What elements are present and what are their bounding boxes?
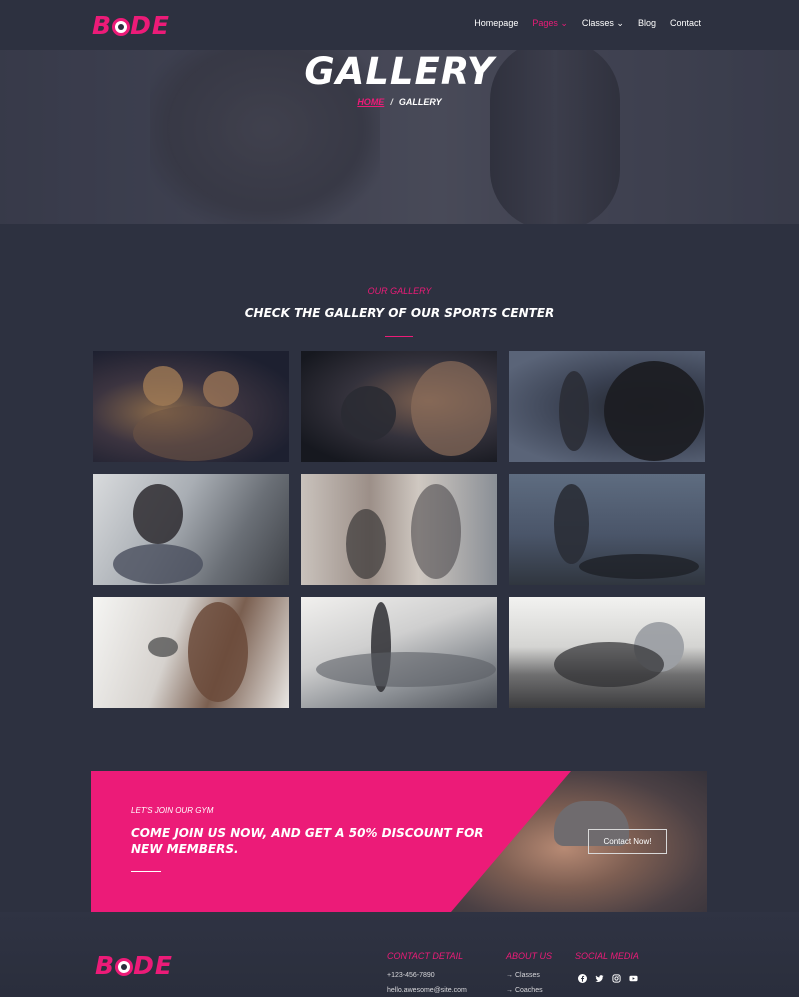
gallery-image-battle-ropes[interactable] — [509, 474, 705, 585]
breadcrumb: HOME / GALLERY — [0, 97, 799, 107]
logo-letter-b: B — [92, 11, 113, 40]
breadcrumb-current: GALLERY — [398, 97, 442, 107]
footer-link-classes-label: Classes — [514, 972, 540, 979]
banner-divider — [131, 871, 161, 872]
contact-now-button[interactable]: Contact Now! — [588, 829, 667, 854]
gallery-kicker: OUR GALLERY — [367, 286, 432, 296]
gallery-image-tire-flip[interactable] — [509, 351, 705, 462]
footer-link-coaches[interactable]: → Coaches — [506, 987, 543, 994]
page-title: GALLERY — [304, 50, 495, 93]
footer-link-coaches-label: Coaches — [514, 987, 543, 994]
footer-email[interactable]: hello.awesome@site.com — [387, 987, 467, 994]
footer-phone[interactable]: +123-456-7890 — [387, 972, 435, 979]
footer-logo-letters-de: DE — [133, 951, 173, 980]
arrow-right-icon: → — [506, 987, 515, 994]
gallery-image-woman-holding-dumbbell[interactable] — [93, 597, 289, 708]
instagram-icon[interactable] — [611, 973, 622, 984]
gallery-title-divider — [385, 336, 413, 337]
breadcrumb-home-link[interactable]: HOME — [357, 97, 384, 107]
nav-item-blog[interactable]: Blog — [638, 18, 656, 29]
top-nav: B DE Homepage Pages ⌄ Classes ⌄ Blog Cont… — [0, 0, 799, 50]
nav-item-pages[interactable]: Pages ⌄ — [532, 18, 568, 29]
twitter-icon[interactable] — [594, 973, 605, 984]
kettlebell-icon — [112, 18, 131, 36]
nav-item-contact[interactable]: Contact — [670, 18, 701, 29]
main-menu: Homepage Pages ⌄ Classes ⌄ Blog Contact — [474, 18, 701, 29]
gallery-image-woman-dumbbell-row[interactable] — [93, 474, 289, 585]
nav-item-classes[interactable]: Classes ⌄ — [582, 18, 624, 29]
gallery-image-stability-ball-exercise[interactable] — [509, 597, 705, 708]
footer-link-classes[interactable]: → Classes — [506, 972, 540, 979]
gallery-image-tattooed-arm-dumbbell[interactable] — [301, 351, 497, 462]
footer-about-heading: ABOUT US — [506, 951, 553, 961]
gallery-title: CHECK THE GALLERY OF OUR SPORTS CENTER — [244, 306, 555, 320]
gallery-image-women-machine-workout[interactable] — [301, 474, 497, 585]
nav-item-homepage[interactable]: Homepage — [474, 18, 518, 29]
footer-kettlebell-icon — [115, 958, 134, 976]
banner-title: COME JOIN US NOW, AND GET A 50% DISCOUNT… — [131, 826, 484, 856]
footer-logo[interactable]: B DE — [95, 951, 173, 980]
social-links — [577, 973, 639, 984]
gallery-image-men-dumbbell-curls[interactable] — [93, 351, 289, 462]
brand-logo[interactable]: B DE — [92, 11, 170, 40]
banner-kicker: LET'S JOIN OUR GYM — [131, 806, 214, 815]
footer-logo-letter-b: B — [95, 951, 116, 980]
footer-social-heading: SOCIAL MEDIA — [575, 951, 639, 961]
logo-letters-de: DE — [130, 11, 170, 40]
breadcrumb-separator: / — [390, 97, 393, 107]
gallery-image-treadmill-running[interactable] — [301, 597, 497, 708]
footer-contact-heading: CONTACT DETAIL — [387, 951, 464, 961]
youtube-icon[interactable] — [628, 973, 639, 984]
gallery-grid — [93, 351, 705, 708]
arrow-right-icon: → — [506, 972, 515, 979]
facebook-icon[interactable] — [577, 973, 588, 984]
